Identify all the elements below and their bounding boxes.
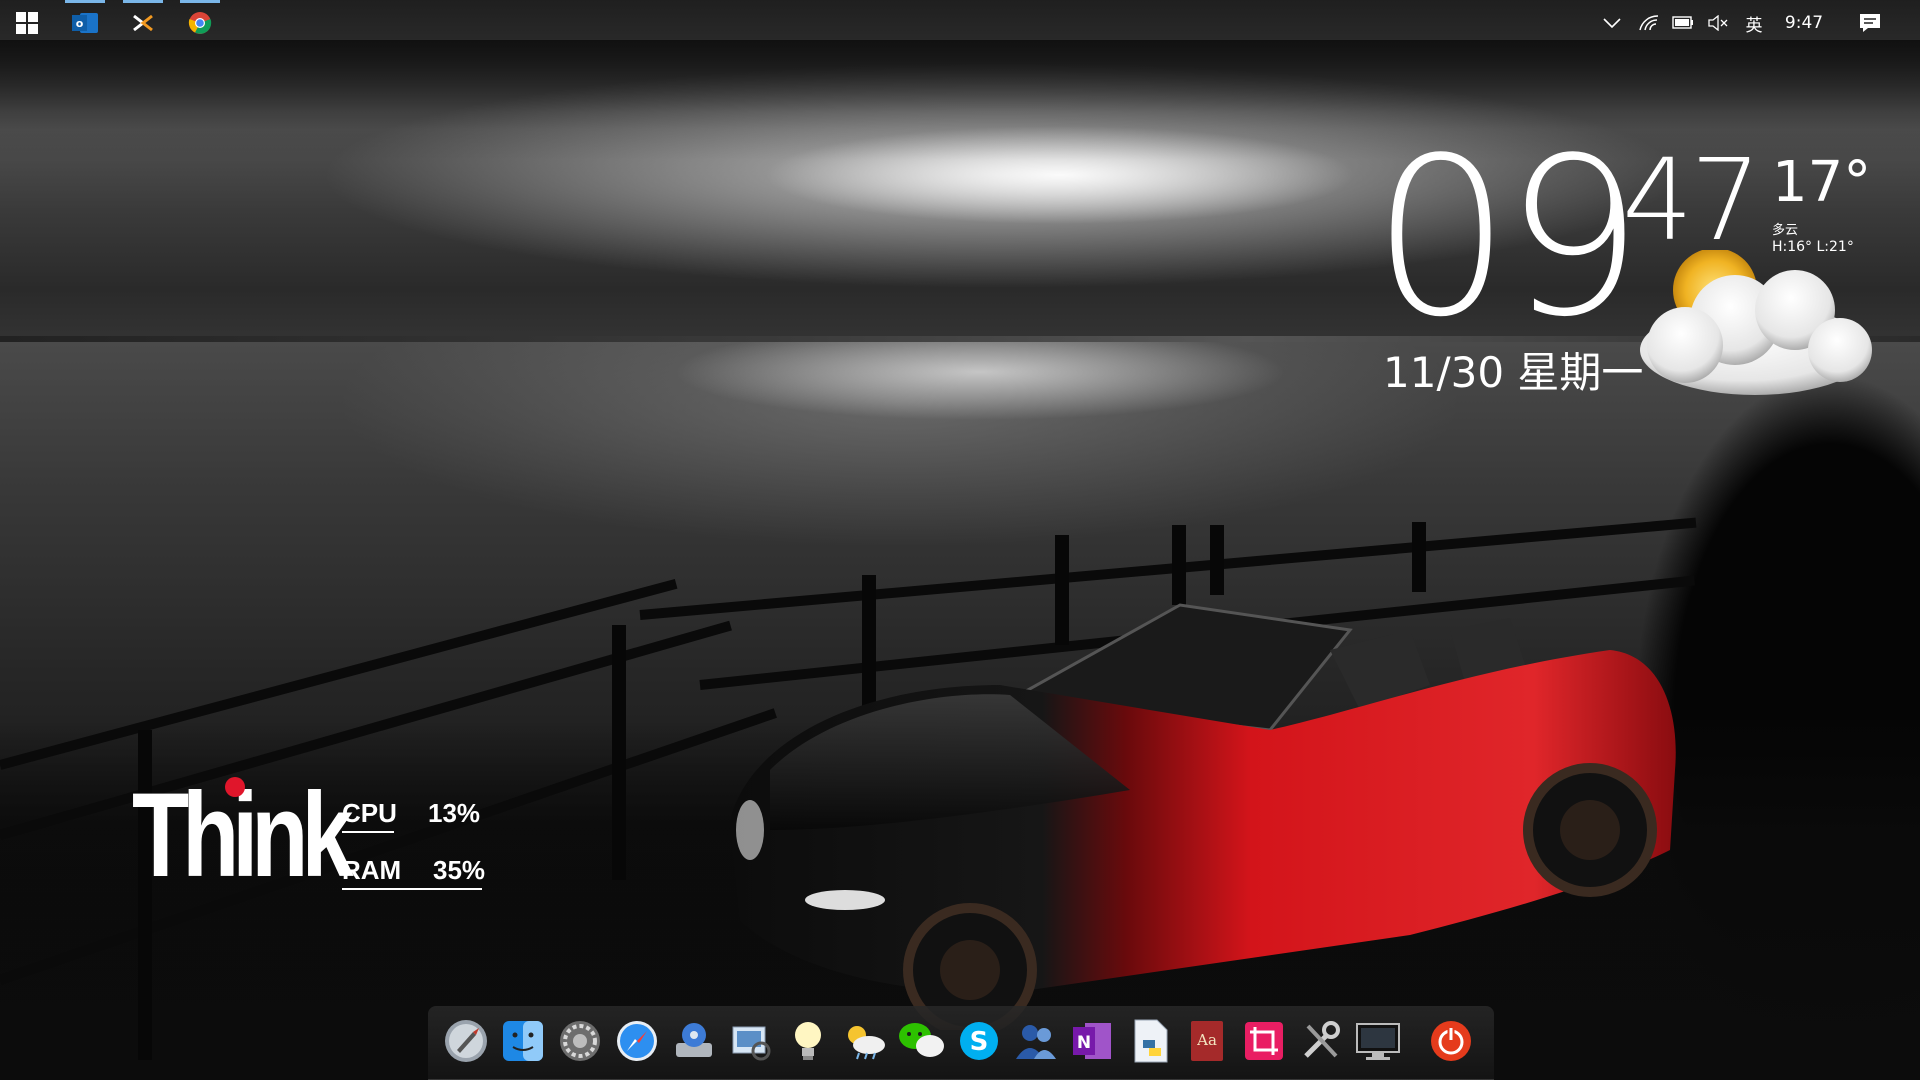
utilities-icon[interactable] xyxy=(1296,1016,1346,1066)
clock-minute: 47 xyxy=(1622,136,1762,266)
cpu-value: 13% xyxy=(428,798,481,828)
battery-icon[interactable] xyxy=(1670,10,1696,36)
finder-icon[interactable] xyxy=(498,1016,548,1066)
weather-app-icon[interactable] xyxy=(840,1016,890,1066)
onenote-icon[interactable]: N xyxy=(1068,1016,1118,1066)
svg-text:Aa: Aa xyxy=(1196,1031,1217,1049)
taskbar: o 英 9:47 xyxy=(0,0,1920,46)
dictionary-icon[interactable]: Aa xyxy=(1182,1016,1232,1066)
xmind-icon[interactable] xyxy=(120,0,166,46)
chrome-icon[interactable] xyxy=(177,0,223,46)
system-preferences-icon[interactable] xyxy=(555,1016,605,1066)
think-logo-dot xyxy=(225,777,245,797)
safari-icon[interactable] xyxy=(612,1016,662,1066)
cpu-label: CPU xyxy=(342,798,397,828)
svg-text:N: N xyxy=(1077,1033,1091,1053)
input-language-indicator[interactable]: 英 xyxy=(1740,10,1768,36)
show-hidden-icons-chevron-icon[interactable] xyxy=(1600,10,1624,36)
windows-start-icon[interactable] xyxy=(4,0,50,46)
remote-desktop-icon[interactable] xyxy=(1353,1016,1403,1066)
crop-tool-icon[interactable] xyxy=(1239,1016,1289,1066)
svg-text:S: S xyxy=(970,1027,989,1057)
taskbar-clock[interactable]: 9:47 xyxy=(1780,10,1828,36)
cpu-underline xyxy=(342,831,394,833)
clock-hour: 09 xyxy=(1372,112,1643,365)
disk-utility-icon[interactable] xyxy=(669,1016,719,1066)
launchpad-icon[interactable] xyxy=(441,1016,491,1066)
power-icon[interactable] xyxy=(1426,1016,1476,1066)
wallpaper-car xyxy=(730,603,1676,1030)
skype-icon[interactable]: S xyxy=(954,1016,1004,1066)
contacts-icon[interactable] xyxy=(1011,1016,1061,1066)
wechat-icon[interactable] xyxy=(897,1016,947,1066)
python-file-icon[interactable] xyxy=(1125,1016,1175,1066)
ram-value: 35% xyxy=(433,855,486,885)
weather-temperature: 17° xyxy=(1772,150,1872,215)
outlook-icon[interactable]: o xyxy=(62,0,108,46)
preview-icon[interactable] xyxy=(726,1016,776,1066)
idea-bulb-icon[interactable] xyxy=(783,1016,833,1066)
ram-underline xyxy=(342,888,482,890)
volume-muted-icon[interactable] xyxy=(1706,10,1730,36)
weather-condition: 多云 xyxy=(1772,223,1799,238)
ram-label: RAM xyxy=(342,855,402,885)
svg-text:o: o xyxy=(76,17,84,30)
wifi-icon[interactable] xyxy=(1636,10,1662,36)
action-center-icon[interactable] xyxy=(1855,10,1885,36)
partly-cloudy-icon xyxy=(1640,250,1872,395)
